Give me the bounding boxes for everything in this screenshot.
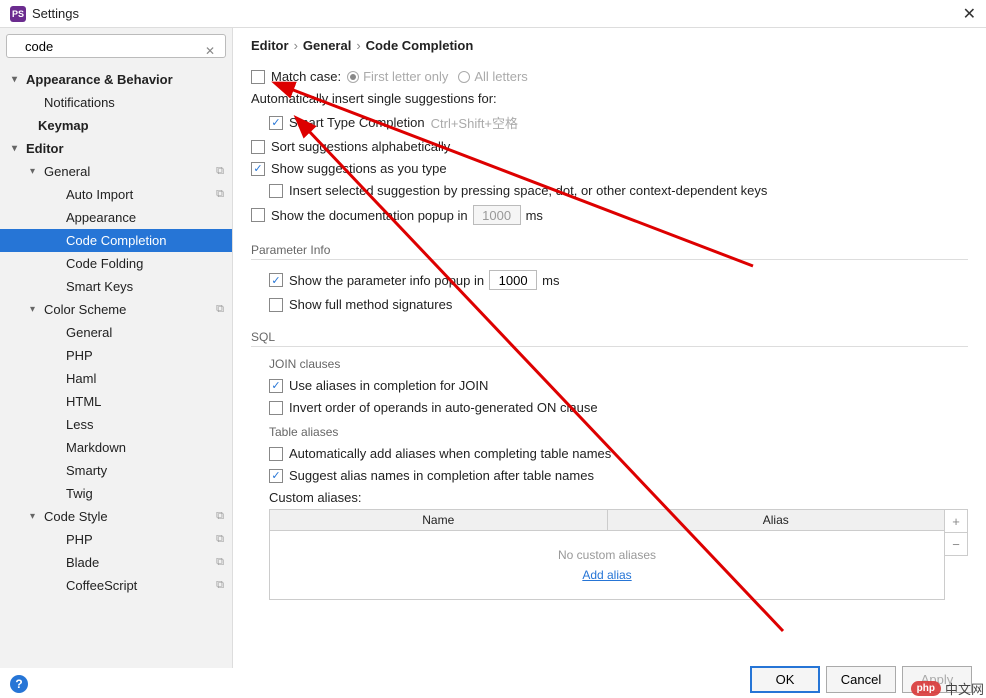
insert-selected-checkbox[interactable]: [269, 184, 283, 198]
sidebar-item-twig[interactable]: Twig: [0, 482, 232, 505]
window-title: Settings: [32, 6, 963, 21]
sidebar-item-general[interactable]: General: [0, 321, 232, 344]
table-aliases-title: Table aliases: [269, 425, 968, 439]
close-icon[interactable]: ✕: [963, 4, 976, 24]
match-case-row: Match case: First letter only All letter…: [251, 69, 968, 84]
sidebar-item-markdown[interactable]: Markdown: [0, 436, 232, 459]
full-sig-checkbox[interactable]: [269, 298, 283, 312]
copy-icon: ⧉: [216, 303, 224, 316]
doc-delay-input[interactable]: [473, 205, 521, 225]
sidebar-item-code-style[interactable]: ▾Code Style⧉: [0, 505, 232, 528]
show-as-type-checkbox[interactable]: [251, 162, 265, 176]
app-icon: PS: [10, 6, 26, 22]
parameter-info-title: Parameter Info: [251, 243, 968, 260]
all-letters-radio[interactable]: All letters: [458, 69, 527, 84]
add-alias-link[interactable]: Add alias: [582, 568, 631, 582]
sidebar-item-haml[interactable]: Haml: [0, 367, 232, 390]
sidebar-item-coffeescript[interactable]: CoffeeScript⧉: [0, 574, 232, 597]
help-icon[interactable]: ?: [10, 675, 28, 693]
copy-icon: ⧉: [216, 165, 224, 178]
show-param-checkbox[interactable]: [269, 273, 283, 287]
remove-row-icon[interactable]: −: [944, 532, 968, 556]
copy-icon: ⧉: [216, 188, 224, 201]
sidebar-item-smarty[interactable]: Smarty: [0, 459, 232, 482]
copy-icon: ⧉: [216, 556, 224, 569]
sidebar-item-blade[interactable]: Blade⧉: [0, 551, 232, 574]
invert-order-checkbox[interactable]: [269, 401, 283, 415]
titlebar: PS Settings ✕: [0, 0, 986, 28]
no-aliases-text: No custom aliases: [558, 548, 656, 562]
sidebar-item-general[interactable]: ▾General⧉: [0, 160, 232, 183]
content-pane: Editor›General›Code Completion Match cas…: [233, 28, 986, 668]
match-case-checkbox[interactable]: [251, 70, 265, 84]
clear-search-icon[interactable]: ✕: [205, 44, 215, 58]
sidebar-item-keymap[interactable]: Keymap: [0, 114, 232, 137]
suggest-alias-checkbox[interactable]: [269, 469, 283, 483]
sidebar-item-notifications[interactable]: Notifications: [0, 91, 232, 114]
auto-add-alias-checkbox[interactable]: [269, 447, 283, 461]
col-alias: Alias: [608, 510, 945, 530]
sidebar-item-editor[interactable]: ▾Editor: [0, 137, 232, 160]
smart-type-checkbox[interactable]: [269, 116, 283, 130]
custom-aliases-label: Custom aliases:: [269, 490, 968, 505]
sidebar: 🔍 ✕ ▾Appearance & BehaviorNotificationsK…: [0, 28, 233, 668]
watermark: php 中文网: [911, 679, 984, 698]
sidebar-item-code-folding[interactable]: Code Folding: [0, 252, 232, 275]
aliases-table: Name Alias No custom aliases Add alias: [269, 509, 945, 600]
sidebar-item-less[interactable]: Less: [0, 413, 232, 436]
sidebar-item-appearance-behavior[interactable]: ▾Appearance & Behavior: [0, 68, 232, 91]
cancel-button[interactable]: Cancel: [826, 666, 896, 693]
show-doc-checkbox[interactable]: [251, 208, 265, 222]
ok-button[interactable]: OK: [750, 666, 820, 693]
sidebar-item-html[interactable]: HTML: [0, 390, 232, 413]
breadcrumb: Editor›General›Code Completion: [251, 38, 968, 53]
first-letter-radio[interactable]: First letter only: [347, 69, 448, 84]
copy-icon: ⧉: [216, 533, 224, 546]
join-clauses-title: JOIN clauses: [269, 357, 968, 371]
search-input[interactable]: [6, 34, 226, 58]
sidebar-item-appearance[interactable]: Appearance: [0, 206, 232, 229]
col-name: Name: [270, 510, 608, 530]
use-alias-checkbox[interactable]: [269, 379, 283, 393]
sidebar-item-code-completion[interactable]: Code Completion: [0, 229, 232, 252]
param-delay-input[interactable]: [489, 270, 537, 290]
add-row-icon[interactable]: +: [944, 509, 968, 533]
auto-insert-label: Automatically insert single suggestions …: [251, 91, 968, 106]
sidebar-item-auto-import[interactable]: Auto Import⧉: [0, 183, 232, 206]
sidebar-item-php[interactable]: PHP: [0, 344, 232, 367]
sidebar-item-smart-keys[interactable]: Smart Keys: [0, 275, 232, 298]
copy-icon: ⧉: [216, 579, 224, 592]
sidebar-item-color-scheme[interactable]: ▾Color Scheme⧉: [0, 298, 232, 321]
settings-tree: ▾Appearance & BehaviorNotificationsKeyma…: [0, 64, 232, 668]
sort-alpha-checkbox[interactable]: [251, 140, 265, 154]
sidebar-item-php[interactable]: PHP⧉: [0, 528, 232, 551]
sql-title: SQL: [251, 330, 968, 347]
copy-icon: ⧉: [216, 510, 224, 523]
